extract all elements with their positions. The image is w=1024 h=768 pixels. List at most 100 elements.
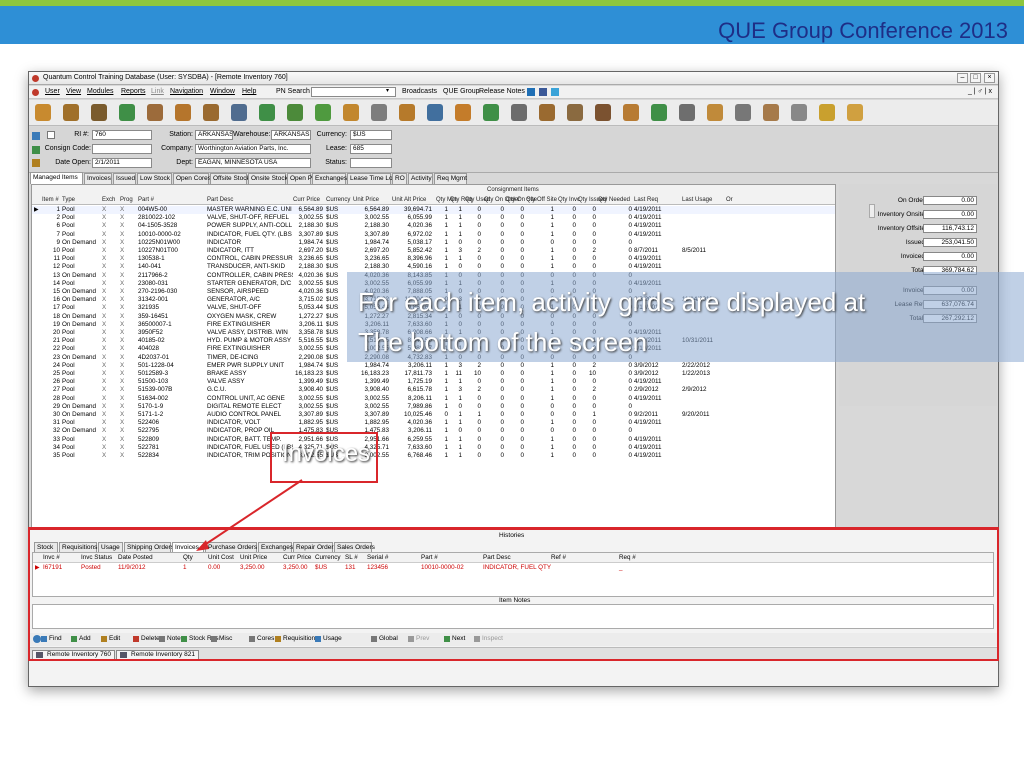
grid-col-item-[interactable]: Item # xyxy=(42,197,59,203)
table-row[interactable]: ▶ 1 Pool X X 004W5-00 MASTER WARNING E.C. UNI 6… xyxy=(32,206,835,214)
active-checkbox[interactable] xyxy=(47,131,55,139)
pn-search-input[interactable] xyxy=(311,87,396,97)
grid-col-qty-needed[interactable]: Qty Needed xyxy=(598,197,630,203)
cost-value[interactable]: 0.00 xyxy=(923,252,977,261)
station-field[interactable]: ARKANSAS xyxy=(195,130,233,140)
company-field[interactable]: Worthington Aviation Parts, Inc. xyxy=(195,144,311,154)
tab-managed-items[interactable]: Managed Items xyxy=(30,172,83,184)
menu-navigation[interactable]: Navigation xyxy=(170,88,203,95)
grid-col-qty-invc[interactable]: Qty Invc xyxy=(558,197,580,203)
menu-reports[interactable]: Reports xyxy=(121,88,146,95)
toolbar-plane-icon[interactable] xyxy=(315,104,331,121)
date-open-field[interactable]: 2/1/2011 xyxy=(92,158,152,168)
toolbar-invoice-icon[interactable] xyxy=(511,104,527,121)
tab-open-cores[interactable]: Open Cores xyxy=(173,173,211,184)
grid-col-prog[interactable]: Prog xyxy=(120,197,133,203)
cost-value[interactable]: 253,041.50 xyxy=(923,238,977,247)
facebook-icon[interactable] xyxy=(539,88,547,96)
tab-exchanges[interactable]: Exchanges xyxy=(312,173,347,184)
ri-number-field[interactable]: 760 xyxy=(92,130,152,140)
tab-invoices[interactable]: Invoices xyxy=(84,173,112,184)
toolbar-stock-icon[interactable] xyxy=(343,104,359,121)
table-row[interactable]: 9 On Demand X X 10225N01W00 INDICATOR 1,984.74… xyxy=(32,239,835,247)
grid-col-or[interactable]: Or xyxy=(726,197,733,203)
toolbar-tool-icon[interactable] xyxy=(791,104,807,121)
broadcasts-link[interactable]: Broadcasts xyxy=(402,88,437,95)
table-row[interactable]: 27 Pool X X 51539-007B G.C.U. 3,908.40 $US 3,908… xyxy=(32,386,835,394)
minimize-button[interactable]: – xyxy=(957,73,968,83)
tab-lease-time-log[interactable]: Lease Time Log xyxy=(347,173,396,184)
currency-field[interactable]: $US xyxy=(350,130,392,140)
dept-field[interactable]: EAGAN, MINNESOTA USA xyxy=(195,158,311,168)
tab-low-stock[interactable]: Low Stock xyxy=(137,173,172,184)
toolbar-stamp-icon[interactable] xyxy=(91,104,107,121)
twitter-icon[interactable] xyxy=(551,88,559,96)
toolbar-inventory-icon[interactable] xyxy=(35,104,51,121)
tab-activity[interactable]: Activity xyxy=(408,173,433,184)
linkedin-icon[interactable] xyxy=(527,88,535,96)
toolbar-bag-icon[interactable] xyxy=(707,104,723,121)
toolbar-handshake-icon[interactable] xyxy=(763,104,779,121)
toolbar-report-icon[interactable] xyxy=(371,104,387,121)
table-row[interactable]: 7 Pool X X 10010-0000-02 INDICATOR, FUEL QTY.… xyxy=(32,231,835,239)
cost-value[interactable]: 0.00 xyxy=(923,210,977,219)
toolbar-calendar-icon[interactable] xyxy=(567,104,583,121)
menu-modules[interactable]: Modules xyxy=(87,88,113,95)
table-row[interactable]: 11 Pool X X 130538-1 CONTROL, CABIN PRESSURI 3… xyxy=(32,255,835,263)
table-row[interactable]: 12 Pool X X 140-041 TRANSDUCER, ANTI-SKID 2,18… xyxy=(32,263,835,271)
table-row[interactable]: 30 On Demand X X 5171-1-2 AUDIO CONTROL PANEL… xyxy=(32,411,835,419)
lease-field[interactable]: 685 xyxy=(350,144,392,154)
tab-open-po[interactable]: Open PO xyxy=(287,173,317,184)
grid-col-exch[interactable]: Exch xyxy=(102,197,115,203)
mdi-window-controls[interactable]: _ | ♂ | x xyxy=(968,88,992,95)
toolbar-order-icon[interactable] xyxy=(539,104,555,121)
tab-onsite-stock[interactable]: Onsite Stock xyxy=(248,173,288,184)
toolbar-files-icon[interactable] xyxy=(147,104,163,121)
toolbar-help-icon[interactable] xyxy=(819,104,835,121)
table-row[interactable]: 10 Pool X X 10227N01T00 INDICATOR, ITT 2,697.2… xyxy=(32,247,835,255)
grid-col-part-desc[interactable]: Part Desc xyxy=(207,197,233,203)
tab-req-mgmt[interactable]: Req Mgmt xyxy=(434,173,467,184)
grid-col-qty-off-site[interactable]: Qty Off Site xyxy=(526,197,557,203)
maximize-button[interactable]: □ xyxy=(970,73,981,83)
que-group-link[interactable]: QUE Group xyxy=(443,88,480,95)
table-row[interactable]: 29 On Demand X X 5170-1-9 DIGITAL REMOTE ELEC… xyxy=(32,403,835,411)
toolbar-money-icon[interactable] xyxy=(455,104,471,121)
menu-help[interactable]: Help xyxy=(242,88,256,95)
close-button[interactable]: × xyxy=(984,73,995,83)
table-row[interactable]: 35 Pool X X 522834 INDICATOR, TRIM POSITION 3,… xyxy=(32,452,835,460)
grid-col-currency[interactable]: Currency xyxy=(326,197,350,203)
table-row[interactable]: 28 Pool X X 51634-002 CONTROL UNIT, AC GENE 3,… xyxy=(32,395,835,403)
toolbar-flow-icon[interactable] xyxy=(651,104,667,121)
toolbar-route-icon[interactable] xyxy=(483,104,499,121)
toolbar-exchange-icon[interactable] xyxy=(287,104,303,121)
toolbar-settings-icon[interactable] xyxy=(847,104,863,121)
toolbar-docs-icon[interactable] xyxy=(399,104,415,121)
status-field[interactable] xyxy=(350,158,392,168)
menu-user[interactable]: User xyxy=(45,88,60,95)
tab-issued[interactable]: Issued xyxy=(113,173,136,184)
table-row[interactable]: 31 Pool X X 522406 INDICATOR, VOLT 1,882.95 $US… xyxy=(32,419,835,427)
warehouse-field[interactable]: ARKANSAS xyxy=(271,130,311,140)
grid-col-curr-price[interactable]: Curr Price xyxy=(293,197,320,203)
pn-search-dropdown-icon[interactable]: ▾ xyxy=(386,87,389,94)
grid-col-unit-alt-price[interactable]: Unit Alt Price xyxy=(392,197,426,203)
table-row[interactable]: 24 Pool X X 501-1228-04 EMER PWR SUPPLY UNIT 1… xyxy=(32,362,835,370)
grid-col-unit-price[interactable]: Unit Price xyxy=(353,197,379,203)
menu-window[interactable]: Window xyxy=(210,88,235,95)
toolbar-repair-icon[interactable] xyxy=(427,104,443,121)
menu-link[interactable]: Link xyxy=(151,88,164,95)
table-row[interactable]: 34 Pool X X 522781 INDICATOR, FUEL USED (LBS 4… xyxy=(32,444,835,452)
consign-code-field[interactable] xyxy=(92,144,152,154)
release-notes-link[interactable]: Release Notes xyxy=(479,88,525,95)
toolbar-monitor-icon[interactable] xyxy=(231,104,247,121)
table-row[interactable]: 32 On Demand X X 522795 INDICATOR, PROP OIL 1,… xyxy=(32,427,835,435)
table-row[interactable]: 25 Pool X X 5012589-3 BRAKE ASSY 16,183.23 $US 1… xyxy=(32,370,835,378)
toolbar-truck-icon[interactable] xyxy=(595,104,611,121)
toolbar-ledger-icon[interactable] xyxy=(623,104,639,121)
cost-value[interactable]: 116,743.12 xyxy=(923,224,977,233)
grid-col-type[interactable]: Type xyxy=(62,197,75,203)
menu-view[interactable]: View xyxy=(66,88,81,95)
table-row[interactable]: 6 Pool X X 04-1505-3528 POWER SUPPLY, ANTI-CO… xyxy=(32,222,835,230)
table-row[interactable]: 26 Pool X X 51500-103 VALVE ASSY 1,399.49 $US 1,… xyxy=(32,378,835,386)
